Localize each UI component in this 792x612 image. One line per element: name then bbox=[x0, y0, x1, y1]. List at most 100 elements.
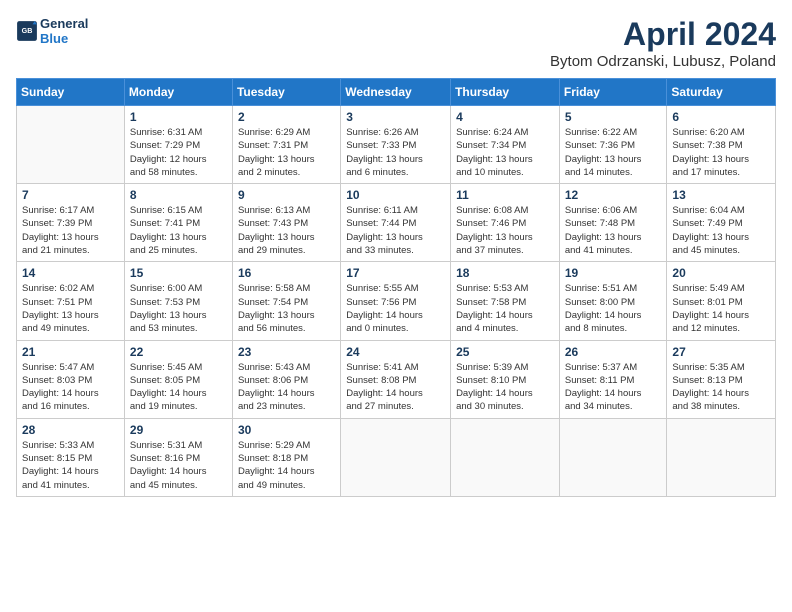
day-info: Sunrise: 5:55 AM Sunset: 7:56 PM Dayligh… bbox=[346, 282, 445, 335]
header-sunday: Sunday bbox=[17, 79, 125, 106]
day-info: Sunrise: 5:37 AM Sunset: 8:11 PM Dayligh… bbox=[565, 361, 662, 414]
day-info: Sunrise: 6:13 AM Sunset: 7:43 PM Dayligh… bbox=[238, 204, 335, 257]
calendar-cell: 16 Sunrise: 5:58 AM Sunset: 7:54 PM Dayli… bbox=[232, 262, 340, 340]
calendar-cell: 25Sunrise: 5:39 AM Sunset: 8:10 PM Dayli… bbox=[451, 340, 560, 418]
calendar-cell bbox=[451, 418, 560, 496]
calendar-cell: 14Sunrise: 6:02 AM Sunset: 7:51 PM Dayli… bbox=[17, 262, 125, 340]
day-info: Sunrise: 5:41 AM Sunset: 8:08 PM Dayligh… bbox=[346, 361, 445, 414]
day-number: 15 bbox=[130, 266, 227, 280]
day-number: 20 bbox=[672, 266, 770, 280]
day-info: Sunrise: 6:06 AM Sunset: 7:48 PM Dayligh… bbox=[565, 204, 662, 257]
calendar-title: April 2024 bbox=[550, 16, 776, 53]
day-number: 8 bbox=[130, 188, 227, 202]
logo: GB General Blue bbox=[16, 16, 88, 46]
day-info: Sunrise: 6:22 AM Sunset: 7:36 PM Dayligh… bbox=[565, 126, 662, 179]
header-friday: Friday bbox=[559, 79, 667, 106]
day-info: Sunrise: 6:26 AM Sunset: 7:33 PM Dayligh… bbox=[346, 126, 445, 179]
day-info: Sunrise: 5:53 AM Sunset: 7:58 PM Dayligh… bbox=[456, 282, 554, 335]
calendar-cell: 7 Sunrise: 6:17 AM Sunset: 7:39 PM Daylig… bbox=[17, 184, 125, 262]
day-info: Sunrise: 5:33 AM Sunset: 8:15 PM Dayligh… bbox=[22, 439, 119, 492]
calendar-cell: 10 Sunrise: 6:11 AM Sunset: 7:44 PM Dayli… bbox=[341, 184, 451, 262]
calendar-header-row: SundayMondayTuesdayWednesdayThursdayFrid… bbox=[17, 79, 776, 106]
day-number: 3 bbox=[346, 110, 445, 124]
day-info: Sunrise: 6:11 AM Sunset: 7:44 PM Dayligh… bbox=[346, 204, 445, 257]
header-saturday: Saturday bbox=[667, 79, 776, 106]
day-number: 21 bbox=[22, 345, 119, 359]
header-monday: Monday bbox=[124, 79, 232, 106]
day-number: 13 bbox=[672, 188, 770, 202]
day-number: 6 bbox=[672, 110, 770, 124]
day-number: 28 bbox=[22, 423, 119, 437]
logo-icon: GB bbox=[16, 20, 38, 42]
calendar-cell: 12 Sunrise: 6:06 AM Sunset: 7:48 PM Dayli… bbox=[559, 184, 667, 262]
svg-text:GB: GB bbox=[22, 27, 33, 35]
calendar-cell: 30 Sunrise: 5:29 AM Sunset: 8:18 PM Dayli… bbox=[232, 418, 340, 496]
day-number: 23 bbox=[238, 345, 335, 359]
calendar-cell: 20 Sunrise: 5:49 AM Sunset: 8:01 PM Dayli… bbox=[667, 262, 776, 340]
calendar-cell: 26 Sunrise: 5:37 AM Sunset: 8:11 PM Dayli… bbox=[559, 340, 667, 418]
day-info: Sunrise: 5:31 AM Sunset: 8:16 PM Dayligh… bbox=[130, 439, 227, 492]
day-number: 26 bbox=[565, 345, 662, 359]
day-number: 5 bbox=[565, 110, 662, 124]
calendar-cell: 6 Sunrise: 6:20 AM Sunset: 7:38 PM Daylig… bbox=[667, 106, 776, 184]
calendar-cell: 22Sunrise: 5:45 AM Sunset: 8:05 PM Dayli… bbox=[124, 340, 232, 418]
calendar-cell: 9Sunrise: 6:13 AM Sunset: 7:43 PM Daylig… bbox=[232, 184, 340, 262]
header-thursday: Thursday bbox=[451, 79, 560, 106]
calendar-cell: 5 Sunrise: 6:22 AM Sunset: 7:36 PM Daylig… bbox=[559, 106, 667, 184]
day-number: 12 bbox=[565, 188, 662, 202]
calendar-cell bbox=[667, 418, 776, 496]
day-number: 2 bbox=[238, 110, 335, 124]
day-info: Sunrise: 6:20 AM Sunset: 7:38 PM Dayligh… bbox=[672, 126, 770, 179]
calendar-cell: 8 Sunrise: 6:15 AM Sunset: 7:41 PM Daylig… bbox=[124, 184, 232, 262]
page-header: GB General Blue April 2024 Bytom Odrzans… bbox=[16, 16, 776, 70]
calendar-cell: 29 Sunrise: 5:31 AM Sunset: 8:16 PM Dayli… bbox=[124, 418, 232, 496]
calendar-cell: 21 Sunrise: 5:47 AM Sunset: 8:03 PM Dayli… bbox=[17, 340, 125, 418]
calendar-cell: 11 Sunrise: 6:08 AM Sunset: 7:46 PM Dayli… bbox=[451, 184, 560, 262]
day-info: Sunrise: 5:47 AM Sunset: 8:03 PM Dayligh… bbox=[22, 361, 119, 414]
calendar-week-row: 28 Sunrise: 5:33 AM Sunset: 8:15 PM Dayli… bbox=[17, 418, 776, 496]
day-number: 7 bbox=[22, 188, 119, 202]
calendar-cell: 27Sunrise: 5:35 AM Sunset: 8:13 PM Dayli… bbox=[667, 340, 776, 418]
calendar-cell: 4Sunrise: 6:24 AM Sunset: 7:34 PM Daylig… bbox=[451, 106, 560, 184]
day-number: 1 bbox=[130, 110, 227, 124]
header-wednesday: Wednesday bbox=[341, 79, 451, 106]
day-info: Sunrise: 6:04 AM Sunset: 7:49 PM Dayligh… bbox=[672, 204, 770, 257]
day-number: 14 bbox=[22, 266, 119, 280]
day-info: Sunrise: 6:15 AM Sunset: 7:41 PM Dayligh… bbox=[130, 204, 227, 257]
calendar-cell: 18Sunrise: 5:53 AM Sunset: 7:58 PM Dayli… bbox=[451, 262, 560, 340]
day-info: Sunrise: 6:00 AM Sunset: 7:53 PM Dayligh… bbox=[130, 282, 227, 335]
calendar-week-row: 7 Sunrise: 6:17 AM Sunset: 7:39 PM Daylig… bbox=[17, 184, 776, 262]
day-number: 19 bbox=[565, 266, 662, 280]
calendar-cell: 19 Sunrise: 5:51 AM Sunset: 8:00 PM Dayli… bbox=[559, 262, 667, 340]
day-number: 29 bbox=[130, 423, 227, 437]
calendar-cell: 24 Sunrise: 5:41 AM Sunset: 8:08 PM Dayli… bbox=[341, 340, 451, 418]
title-block: April 2024 Bytom Odrzanski, Lubusz, Pola… bbox=[550, 16, 776, 70]
calendar-table: SundayMondayTuesdayWednesdayThursdayFrid… bbox=[16, 78, 776, 497]
calendar-cell bbox=[341, 418, 451, 496]
day-number: 16 bbox=[238, 266, 335, 280]
calendar-cell bbox=[17, 106, 125, 184]
day-info: Sunrise: 5:39 AM Sunset: 8:10 PM Dayligh… bbox=[456, 361, 554, 414]
calendar-week-row: 14Sunrise: 6:02 AM Sunset: 7:51 PM Dayli… bbox=[17, 262, 776, 340]
day-number: 11 bbox=[456, 188, 554, 202]
calendar-cell bbox=[559, 418, 667, 496]
calendar-week-row: 1 Sunrise: 6:31 AM Sunset: 7:29 PM Daylig… bbox=[17, 106, 776, 184]
day-info: Sunrise: 5:29 AM Sunset: 8:18 PM Dayligh… bbox=[238, 439, 335, 492]
day-info: Sunrise: 5:49 AM Sunset: 8:01 PM Dayligh… bbox=[672, 282, 770, 335]
logo-general-text: General bbox=[40, 16, 88, 31]
day-number: 10 bbox=[346, 188, 445, 202]
day-number: 30 bbox=[238, 423, 335, 437]
calendar-cell: 3 Sunrise: 6:26 AM Sunset: 7:33 PM Daylig… bbox=[341, 106, 451, 184]
day-number: 24 bbox=[346, 345, 445, 359]
calendar-cell: 17Sunrise: 5:55 AM Sunset: 7:56 PM Dayli… bbox=[341, 262, 451, 340]
day-info: Sunrise: 5:51 AM Sunset: 8:00 PM Dayligh… bbox=[565, 282, 662, 335]
calendar-subtitle: Bytom Odrzanski, Lubusz, Poland bbox=[550, 53, 776, 70]
day-info: Sunrise: 6:29 AM Sunset: 7:31 PM Dayligh… bbox=[238, 126, 335, 179]
day-info: Sunrise: 6:08 AM Sunset: 7:46 PM Dayligh… bbox=[456, 204, 554, 257]
calendar-week-row: 21 Sunrise: 5:47 AM Sunset: 8:03 PM Dayli… bbox=[17, 340, 776, 418]
day-info: Sunrise: 6:17 AM Sunset: 7:39 PM Dayligh… bbox=[22, 204, 119, 257]
day-info: Sunrise: 5:58 AM Sunset: 7:54 PM Dayligh… bbox=[238, 282, 335, 335]
day-info: Sunrise: 5:45 AM Sunset: 8:05 PM Dayligh… bbox=[130, 361, 227, 414]
day-info: Sunrise: 5:35 AM Sunset: 8:13 PM Dayligh… bbox=[672, 361, 770, 414]
day-info: Sunrise: 6:31 AM Sunset: 7:29 PM Dayligh… bbox=[130, 126, 227, 179]
